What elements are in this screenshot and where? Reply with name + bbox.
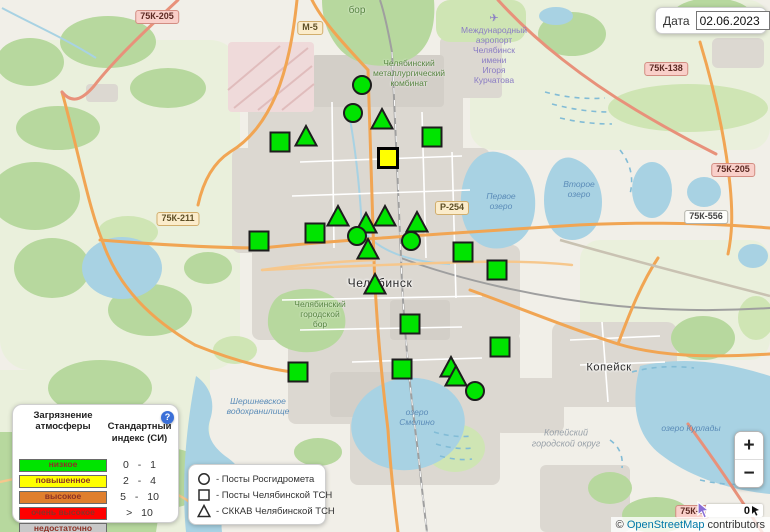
station-marker-square[interactable]: [419, 124, 445, 150]
station-marker-circle[interactable]: [398, 228, 424, 254]
marker-type-row: - СККАВ Челябинской ТСН: [197, 503, 317, 519]
station-marker-square[interactable]: [267, 129, 293, 155]
date-input[interactable]: [696, 11, 770, 30]
circle-marker-icon: [197, 472, 212, 486]
zoom-in-button[interactable]: +: [735, 432, 763, 459]
date-label: Дата: [663, 14, 690, 28]
help-icon[interactable]: ?: [161, 411, 174, 424]
station-marker-triangle[interactable]: [355, 236, 381, 262]
air-monitoring-map-app: ЧелябинскКопейскборЧелябинский металлург…: [0, 0, 770, 532]
marker-type-row: - Посты Росгидромета: [197, 471, 317, 487]
measure-bar[interactable]: 0: [706, 504, 763, 517]
station-marker-circle[interactable]: [349, 72, 375, 98]
square-marker-icon: [197, 488, 212, 502]
station-marker-square[interactable]: [285, 359, 311, 385]
pollution-rows: низкое0 - 1повышенное2 - 4высокое5 - 10о…: [19, 459, 172, 532]
pollution-level-swatch: высокое: [19, 491, 107, 504]
si-header-text: Стандартный индекс (СИ): [108, 421, 172, 443]
map-attribution: © OpenStreetMap contributors: [611, 517, 770, 532]
station-marker-triangle[interactable]: [293, 123, 319, 149]
pollution-level-row: недостаточно данных: [19, 523, 172, 532]
station-marker-square[interactable]: [487, 334, 513, 360]
attribution-copyright: ©: [616, 519, 627, 531]
marker-type-rows: - Посты Росгидромета - Посты Челябинской …: [197, 471, 317, 519]
si-range-value: 5 - 10: [107, 491, 172, 503]
pollution-column-header: Загрязнение атмосферы: [19, 410, 107, 456]
station-marker-triangle[interactable]: [372, 203, 398, 229]
zoom-out-button[interactable]: −: [735, 460, 763, 487]
pollution-level-swatch: низкое: [19, 459, 107, 472]
pollution-level-row: высокое5 - 10: [19, 491, 172, 504]
zoom-control: + −: [734, 431, 764, 488]
station-marker-square[interactable]: [389, 356, 415, 382]
station-marker-circle[interactable]: [340, 100, 366, 126]
pollution-level-row: повышенное2 - 4: [19, 475, 172, 488]
pollution-level-swatch: недостаточно данных: [19, 523, 107, 532]
si-range-value: 2 - 4: [107, 475, 172, 487]
marker-type-label: - Посты Челябинской ТСН: [216, 490, 332, 501]
pollution-level-row: низкое0 - 1: [19, 459, 172, 472]
measure-value: 0: [744, 505, 750, 517]
pollution-level-swatch: очень высокое: [19, 507, 107, 520]
si-range-value: 0 - 1: [107, 459, 172, 471]
station-marker-triangle[interactable]: [362, 271, 388, 297]
si-column-header: Стандартный индекс (СИ) ?: [107, 410, 172, 456]
triangle-marker-icon: [197, 504, 212, 518]
station-marker-square[interactable]: [397, 311, 423, 337]
date-panel: Дата: [655, 7, 767, 34]
station-marker-triangle[interactable]: [369, 106, 395, 132]
marker-type-label: - Посты Росгидромета: [216, 474, 314, 485]
station-marker-square[interactable]: [484, 257, 510, 283]
osm-link[interactable]: OpenStreetMap: [627, 519, 705, 531]
marker-types-legend-panel: - Посты Росгидромета - Посты Челябинской …: [188, 464, 326, 525]
station-marker-square[interactable]: [375, 145, 401, 171]
si-range-value: > 10: [107, 507, 172, 519]
marker-type-row: - Посты Челябинской ТСН: [197, 487, 317, 503]
marker-type-label: - СККАВ Челябинской ТСН: [216, 506, 335, 517]
station-marker-square[interactable]: [246, 228, 272, 254]
attribution-suffix: contributors: [704, 519, 765, 531]
station-marker-circle[interactable]: [462, 378, 488, 404]
mouse-cursor-icon: [697, 501, 713, 519]
cursor-icon: [751, 505, 761, 516]
pollution-level-row: очень высокое> 10: [19, 507, 172, 520]
pollution-level-swatch: повышенное: [19, 475, 107, 488]
station-marker-square[interactable]: [450, 239, 476, 265]
pollution-legend-panel: Загрязнение атмосферы Стандартный индекс…: [12, 404, 179, 523]
